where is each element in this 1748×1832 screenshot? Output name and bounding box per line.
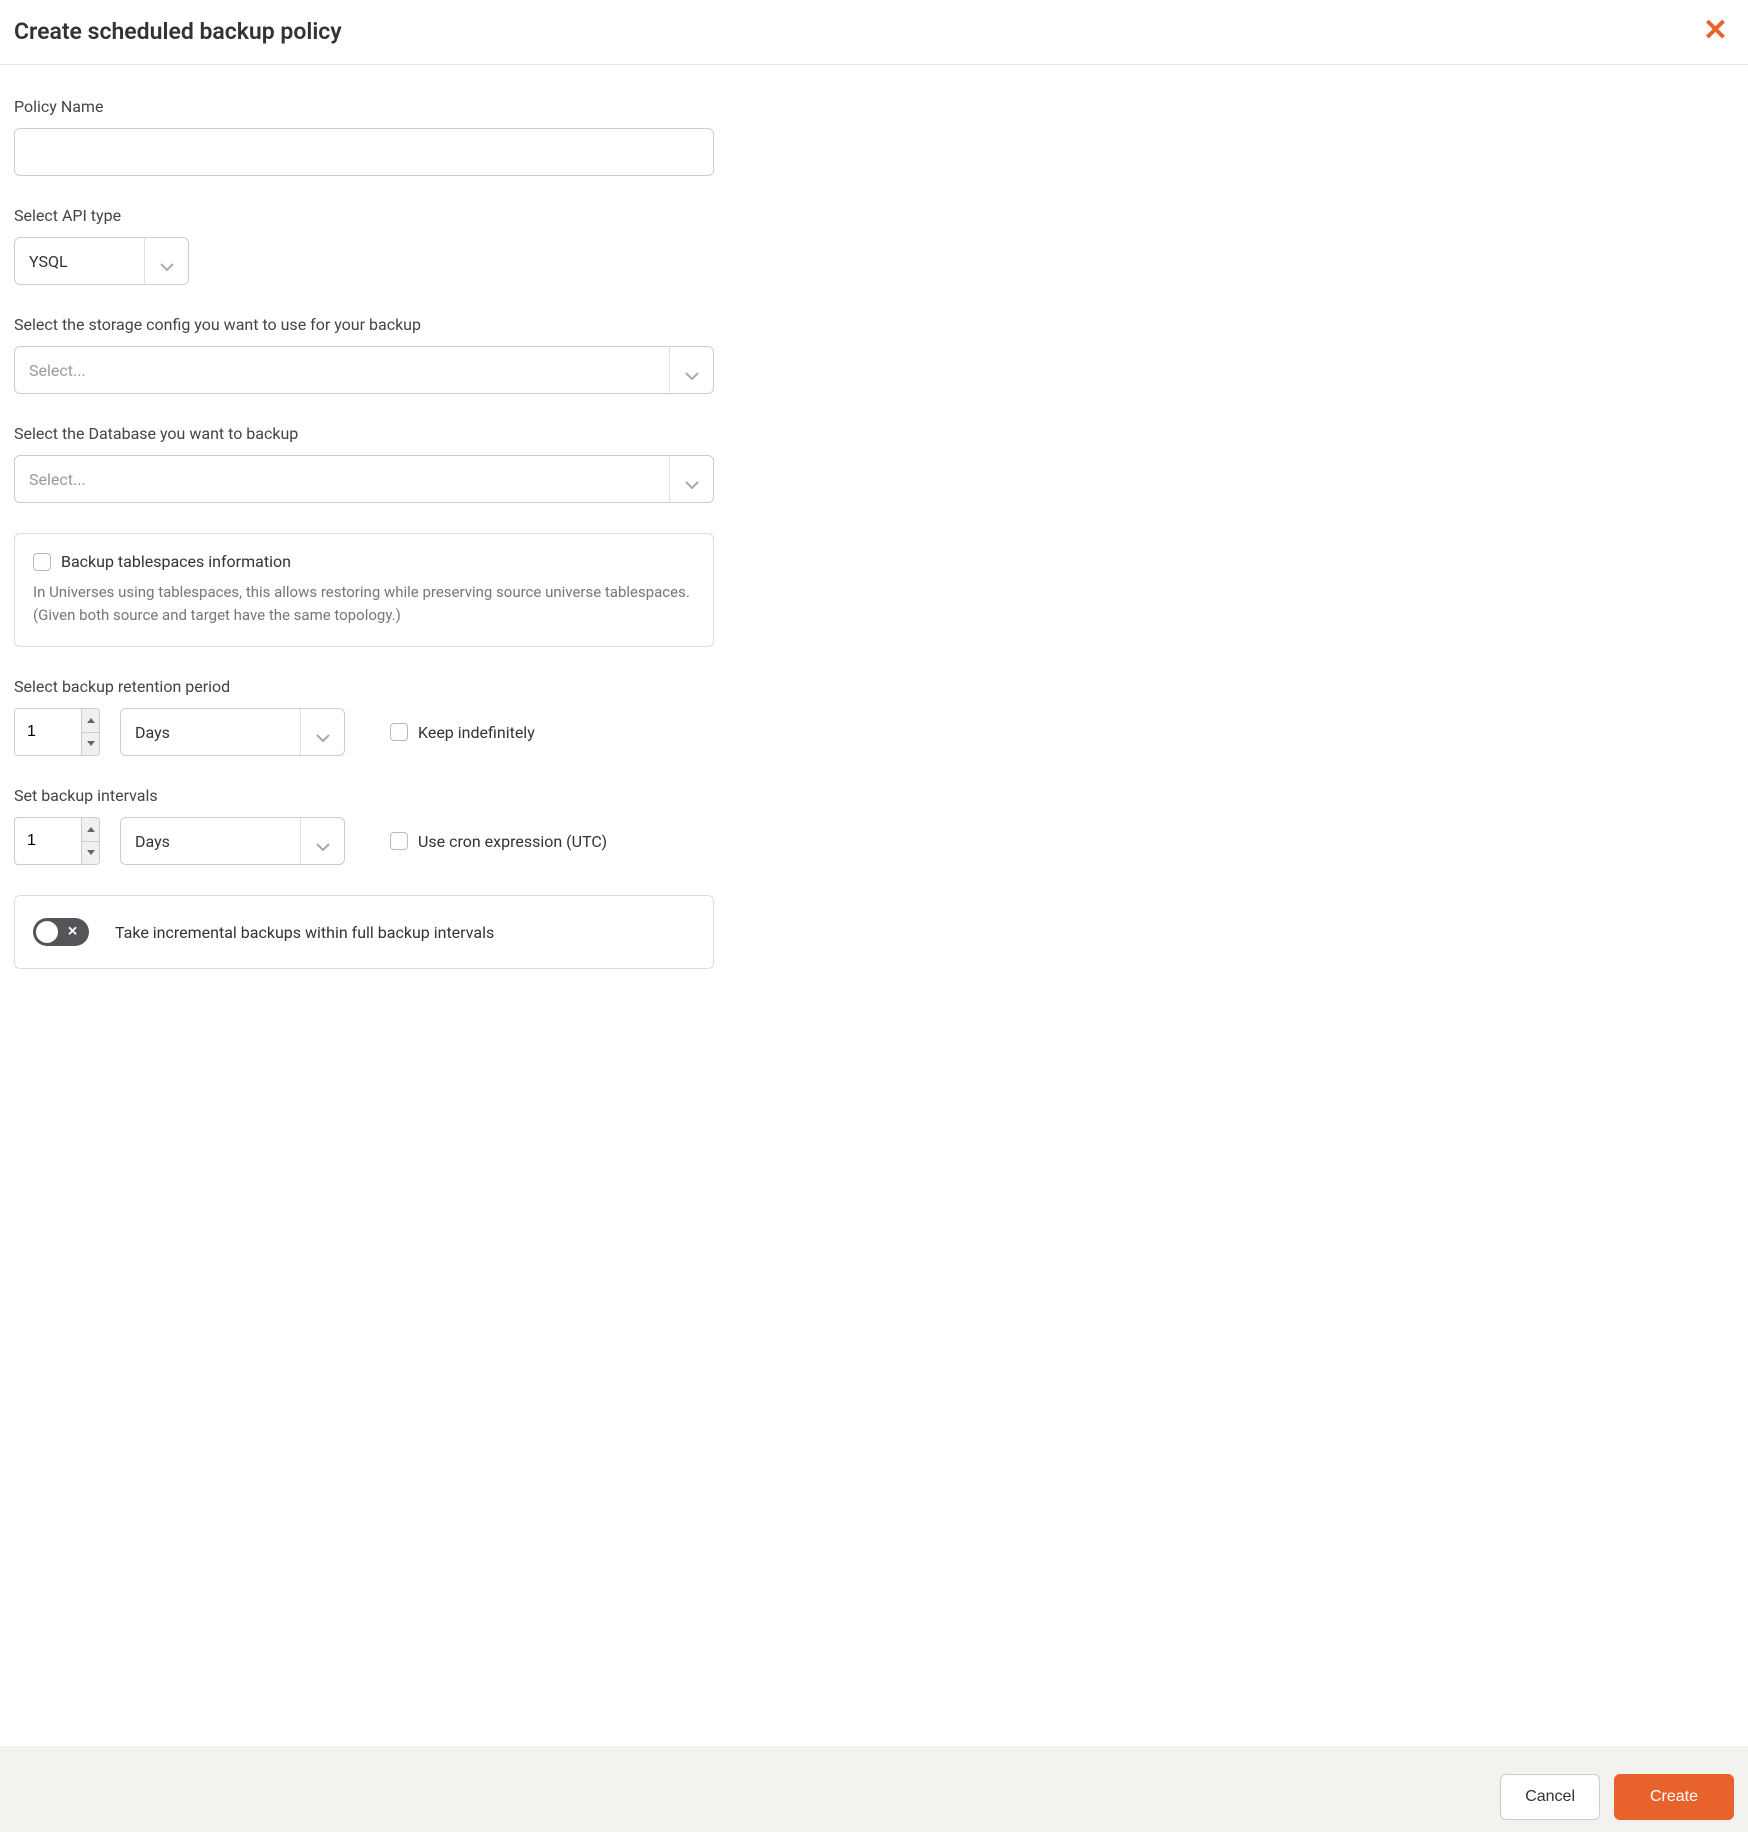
incremental-label: Take incremental backups within full bac… bbox=[115, 923, 494, 942]
intervals-label: Set backup intervals bbox=[14, 786, 714, 805]
x-icon: ✕ bbox=[67, 925, 78, 940]
interval-unit-value: Days bbox=[121, 832, 300, 851]
retention-number-wrap bbox=[14, 708, 100, 756]
tablespaces-box: Backup tablespaces information In Univer… bbox=[14, 533, 714, 647]
caret-up-icon bbox=[87, 718, 95, 723]
chevron-down-icon bbox=[300, 709, 344, 755]
dialog-body: Policy Name Select API type YSQL Select … bbox=[0, 65, 1748, 1746]
dialog-title: Create scheduled backup policy bbox=[14, 18, 342, 45]
dialog-header: Create scheduled backup policy ✕ bbox=[0, 0, 1748, 65]
retention-step-up[interactable] bbox=[81, 709, 99, 733]
policy-name-field: Policy Name bbox=[14, 97, 714, 176]
database-placeholder: Select... bbox=[15, 470, 669, 489]
caret-down-icon bbox=[87, 850, 95, 855]
database-field: Select the Database you want to backup S… bbox=[14, 424, 714, 503]
storage-config-field: Select the storage config you want to us… bbox=[14, 315, 714, 394]
close-icon[interactable]: ✕ bbox=[1697, 16, 1734, 46]
retention-unit-value: Days bbox=[121, 723, 300, 742]
retention-label: Select backup retention period bbox=[14, 677, 714, 696]
cancel-button[interactable]: Cancel bbox=[1500, 1774, 1600, 1820]
api-type-field: Select API type YSQL bbox=[14, 206, 714, 285]
cron-label: Use cron expression (UTC) bbox=[418, 832, 607, 851]
retention-step-down[interactable] bbox=[81, 733, 99, 756]
chevron-down-icon bbox=[300, 818, 344, 864]
dialog-footer: Cancel Create bbox=[0, 1746, 1748, 1832]
chevron-down-icon bbox=[669, 456, 713, 502]
interval-number-wrap bbox=[14, 817, 100, 865]
policy-name-input[interactable] bbox=[14, 128, 714, 176]
incremental-toggle[interactable]: ✕ bbox=[33, 918, 89, 946]
tablespaces-checkbox[interactable] bbox=[33, 553, 51, 571]
retention-unit-select[interactable]: Days bbox=[120, 708, 345, 756]
database-label: Select the Database you want to backup bbox=[14, 424, 714, 443]
toggle-knob bbox=[36, 921, 58, 943]
intervals-field: Set backup intervals Days bbox=[14, 786, 714, 865]
create-button[interactable]: Create bbox=[1614, 1774, 1734, 1820]
chevron-down-icon bbox=[669, 347, 713, 393]
interval-unit-select[interactable]: Days bbox=[120, 817, 345, 865]
tablespaces-label: Backup tablespaces information bbox=[61, 552, 291, 571]
interval-step-down[interactable] bbox=[81, 842, 99, 865]
cron-checkbox[interactable] bbox=[390, 832, 408, 850]
api-type-value: YSQL bbox=[15, 252, 144, 271]
api-type-label: Select API type bbox=[14, 206, 714, 225]
keep-indefinitely-label: Keep indefinitely bbox=[418, 723, 535, 742]
policy-name-label: Policy Name bbox=[14, 97, 714, 116]
chevron-down-icon bbox=[144, 238, 188, 284]
caret-up-icon bbox=[87, 827, 95, 832]
tablespaces-helper: In Universes using tablespaces, this all… bbox=[33, 581, 695, 626]
storage-config-select[interactable]: Select... bbox=[14, 346, 714, 394]
create-backup-policy-dialog: Create scheduled backup policy ✕ Policy … bbox=[0, 0, 1748, 1832]
storage-config-placeholder: Select... bbox=[15, 361, 669, 380]
incremental-box: ✕ Take incremental backups within full b… bbox=[14, 895, 714, 969]
interval-step-up[interactable] bbox=[81, 818, 99, 842]
retention-field: Select backup retention period Days bbox=[14, 677, 714, 756]
api-type-select[interactable]: YSQL bbox=[14, 237, 189, 285]
caret-down-icon bbox=[87, 741, 95, 746]
keep-indefinitely-checkbox[interactable] bbox=[390, 723, 408, 741]
storage-config-label: Select the storage config you want to us… bbox=[14, 315, 714, 334]
database-select[interactable]: Select... bbox=[14, 455, 714, 503]
